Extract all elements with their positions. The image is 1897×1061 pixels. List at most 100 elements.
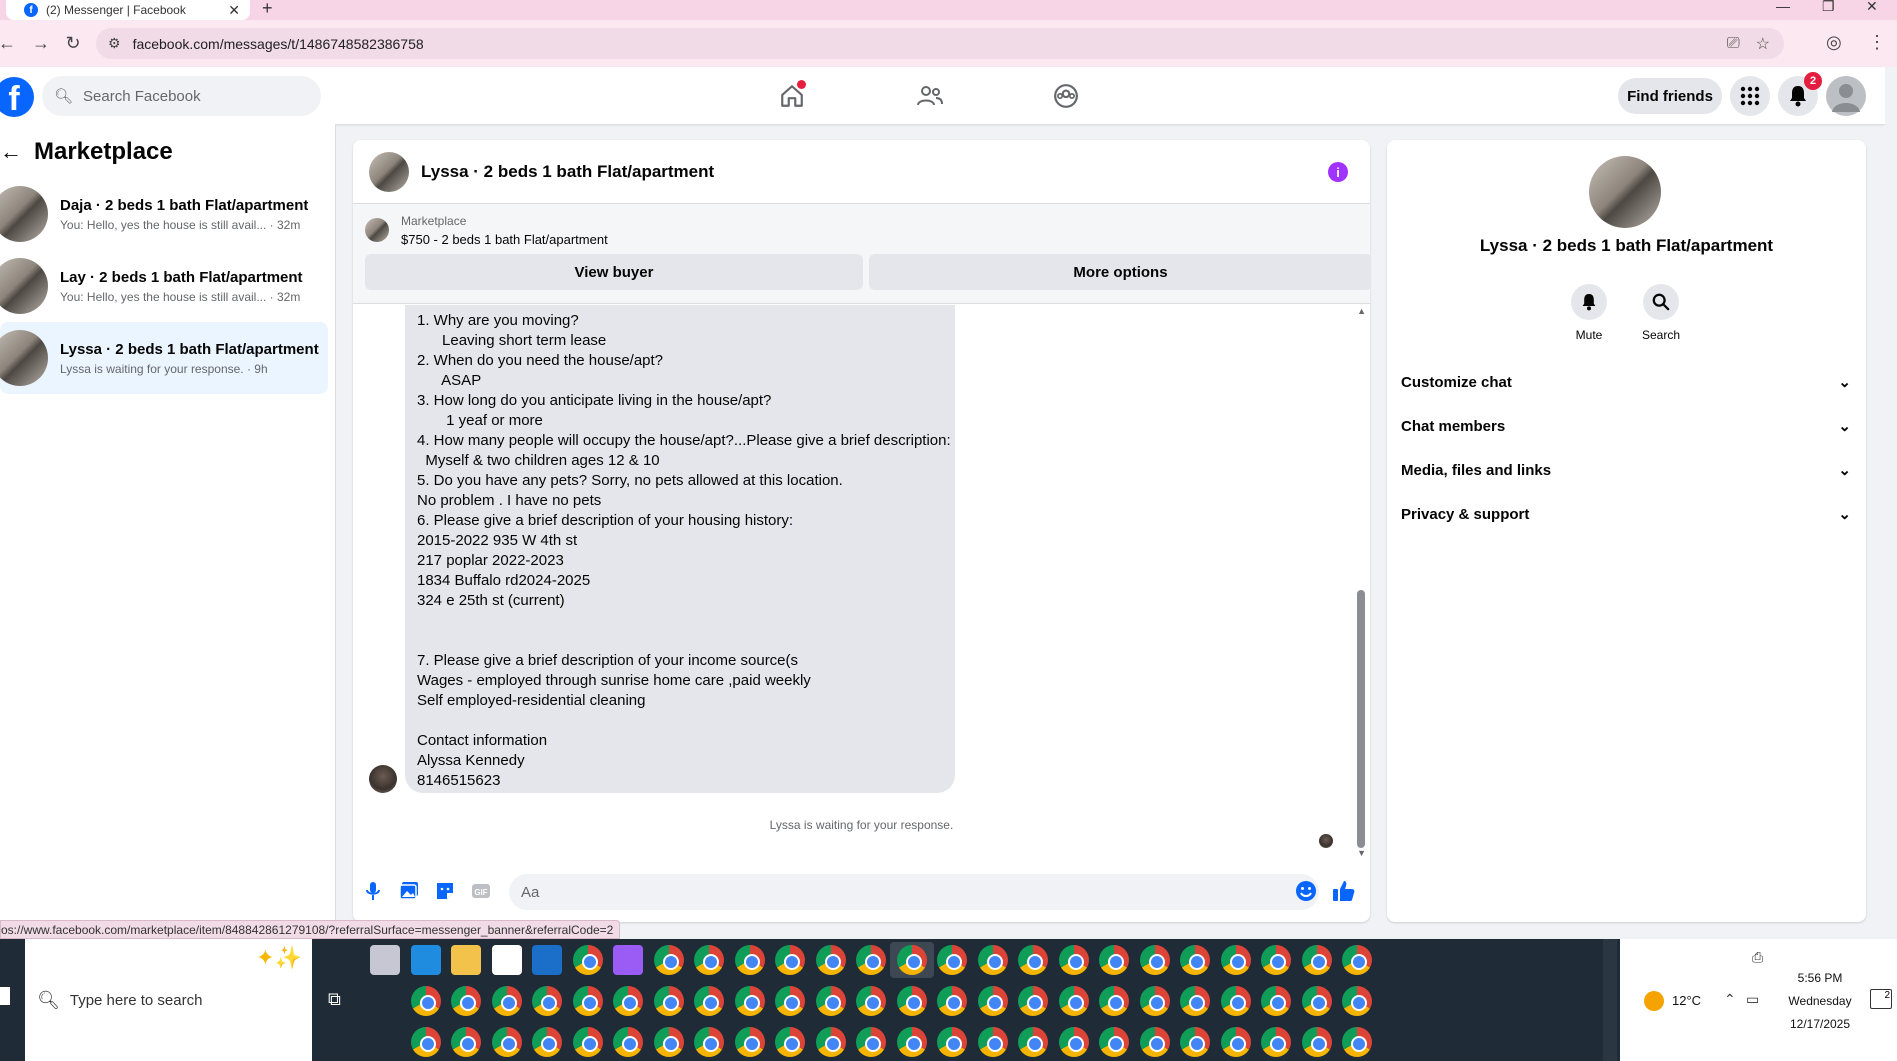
- customize-chat-section[interactable]: Customize chat ⌄: [1401, 360, 1851, 404]
- listing-title[interactable]: $750 - 2 beds 1 bath Flat/apartment: [401, 232, 608, 247]
- notification-center-icon[interactable]: 2: [1870, 989, 1892, 1009]
- chrome-app-icon[interactable]: [1342, 945, 1372, 975]
- back-arrow-icon[interactable]: ←: [0, 139, 22, 165]
- emoji-icon[interactable]: [1294, 879, 1318, 903]
- reload-icon[interactable]: ↻: [60, 33, 86, 54]
- network-icon[interactable]: ▭: [1746, 991, 1759, 1008]
- meet-now-icon[interactable]: ⎙: [1752, 949, 1763, 966]
- menu-grid-button[interactable]: [1730, 76, 1770, 116]
- chrome-app-icon[interactable]: [1058, 1027, 1089, 1057]
- scroll-down-icon[interactable]: ▼: [1357, 848, 1366, 858]
- chrome-app-icon[interactable]: [1139, 1027, 1170, 1057]
- chrome-app-icon[interactable]: [1180, 986, 1210, 1016]
- chrome-app-icon[interactable]: [1099, 1027, 1129, 1057]
- chrome-app-icon[interactable]: [1018, 986, 1048, 1016]
- chrome-app-icon[interactable]: [1301, 1027, 1332, 1057]
- chrome-app-icon[interactable]: [1058, 945, 1089, 975]
- install-app-icon[interactable]: ⎚: [1727, 35, 1740, 53]
- chrome-app-icon[interactable]: [1261, 945, 1291, 975]
- message-bubble[interactable]: 1. Why are you moving? Leaving short ter…: [405, 305, 955, 793]
- chrome-app-icon[interactable]: [977, 945, 1008, 975]
- microphone-icon[interactable]: [361, 879, 385, 903]
- chrome-menu-icon[interactable]: ⋮: [1868, 32, 1886, 53]
- clock-date[interactable]: 12/17/2025: [1770, 1017, 1870, 1031]
- chrome-app-icon[interactable]: [694, 1027, 724, 1057]
- chrome-app-icon[interactable]: [653, 945, 684, 975]
- chrome-app-icon[interactable]: [815, 986, 846, 1016]
- home-nav-icon[interactable]: [776, 80, 808, 112]
- chrome-app-icon[interactable]: [451, 986, 481, 1016]
- listing-thumbnail[interactable]: [365, 218, 389, 242]
- search-action[interactable]: Search: [1631, 284, 1691, 342]
- chrome-app-icon[interactable]: [653, 986, 684, 1016]
- weather-sun-icon[interactable]: [1644, 991, 1664, 1011]
- chrome-app-icon[interactable]: [572, 945, 603, 975]
- snip-icon[interactable]: [370, 945, 400, 975]
- chat-scrollbar-thumb[interactable]: [1357, 590, 1365, 848]
- chrome-app-icon[interactable]: [775, 986, 805, 1016]
- facebook-logo-icon[interactable]: f: [0, 77, 34, 117]
- chrome-app-icon[interactable]: [694, 986, 724, 1016]
- chrome-app-icon[interactable]: [977, 986, 1008, 1016]
- start-button[interactable]: [0, 987, 10, 1005]
- chat-title[interactable]: Lyssa · 2 beds 1 bath Flat/apartment: [421, 162, 714, 182]
- chrome-app-icon[interactable]: [775, 1027, 805, 1057]
- back-icon[interactable]: ←: [0, 33, 20, 54]
- media-files-links-section[interactable]: Media, files and links ⌄: [1401, 448, 1851, 492]
- chrome-app-icon[interactable]: [1261, 1027, 1291, 1057]
- chrome-app-icon[interactable]: [491, 1027, 522, 1057]
- chrome-app-icon[interactable]: [410, 1027, 441, 1057]
- scroll-up-icon[interactable]: ▲: [1357, 306, 1366, 316]
- chrome-app-icon[interactable]: [734, 1027, 765, 1057]
- taskbar-search[interactable]: 🔍︎ Type here to search ✦✨: [25, 939, 312, 1061]
- chrome-app-icon[interactable]: [532, 1027, 562, 1057]
- address-bar[interactable]: ⚙ facebook.com/messages/t/14867485823867…: [96, 28, 1784, 59]
- chrome-app-icon[interactable]: [734, 945, 765, 975]
- chrome-app-icon[interactable]: [937, 1027, 967, 1057]
- close-window-icon[interactable]: ✕: [1866, 0, 1878, 15]
- chrome-app-icon[interactable]: [694, 945, 724, 975]
- chrome-app-icon[interactable]: [451, 1027, 481, 1057]
- chrome-app-icon[interactable]: [937, 945, 967, 975]
- photo-icon[interactable]: [397, 879, 421, 903]
- more-options-button[interactable]: More options: [869, 254, 1370, 290]
- chrome-app-icon[interactable]: [1220, 1027, 1251, 1057]
- temperature[interactable]: 12°C: [1672, 993, 1701, 1008]
- task-view-icon[interactable]: ⧉: [328, 989, 341, 1010]
- chrome-app-icon[interactable]: [896, 1027, 927, 1057]
- friends-nav-icon[interactable]: [914, 80, 946, 112]
- chrome-app-icon[interactable]: [815, 945, 846, 975]
- chat-members-section[interactable]: Chat members ⌄: [1401, 404, 1851, 448]
- store-icon[interactable]: [491, 945, 522, 975]
- outlook-icon[interactable]: [532, 945, 562, 975]
- chrome-app-icon[interactable]: [1018, 1027, 1048, 1057]
- clock-time[interactable]: 5:56 PM: [1770, 971, 1870, 985]
- chrome-app-icon[interactable]: [937, 986, 967, 1016]
- chrome-app-icon[interactable]: [1099, 986, 1129, 1016]
- site-info-icon[interactable]: ⚙: [108, 35, 121, 52]
- chrome-app-icon[interactable]: [1058, 986, 1089, 1016]
- info-icon[interactable]: i: [1328, 162, 1348, 182]
- chrome-app-icon[interactable]: [775, 945, 805, 975]
- chrome-app-icon[interactable]: [856, 1027, 886, 1057]
- new-tab-button[interactable]: +: [262, 0, 273, 19]
- forward-icon[interactable]: →: [28, 33, 54, 54]
- chrome-app-icon[interactable]: [532, 986, 562, 1016]
- details-avatar[interactable]: [1589, 156, 1661, 228]
- account-avatar[interactable]: [1826, 76, 1866, 116]
- conversation-item-lyssa[interactable]: Lyssa · 2 beds 1 bath Flat/apartment Lys…: [0, 322, 328, 394]
- chrome-app-icon[interactable]: [1180, 1027, 1210, 1057]
- edge-icon[interactable]: [410, 945, 441, 975]
- view-buyer-button[interactable]: View buyer: [365, 254, 863, 290]
- chrome-app-icon[interactable]: [1139, 986, 1170, 1016]
- chrome-app-icon[interactable]: [572, 1027, 603, 1057]
- minimize-icon[interactable]: —: [1776, 0, 1790, 14]
- chrome-app-icon[interactable]: [1261, 986, 1291, 1016]
- chrome-app-icon[interactable]: [856, 986, 886, 1016]
- sticker-icon[interactable]: [433, 879, 457, 903]
- chrome-app-icon[interactable]: [896, 945, 927, 975]
- notifications-button[interactable]: 2: [1778, 72, 1822, 116]
- chrome-app-icon[interactable]: [1301, 945, 1332, 975]
- gif-icon[interactable]: GIF: [469, 879, 493, 903]
- chrome-app-icon[interactable]: [1342, 986, 1372, 1016]
